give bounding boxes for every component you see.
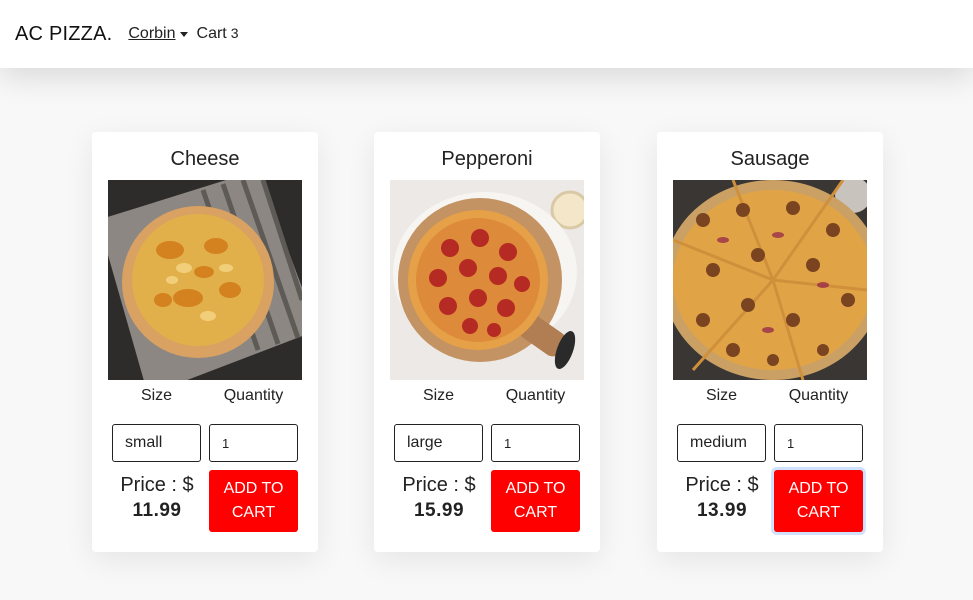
price: Price : $ 11.99: [112, 472, 202, 524]
quantity-label: Quantity: [223, 387, 284, 404]
price-label: Price : $: [685, 474, 759, 496]
product-title: Cheese: [170, 148, 240, 170]
price: Price : $ 15.99: [394, 472, 484, 524]
price-label: Price : $: [402, 474, 476, 496]
cart-label: Cart: [196, 25, 227, 42]
price-label: Price : $: [120, 474, 194, 496]
quantity-input[interactable]: 1: [491, 424, 580, 462]
option-inputs: medium 1: [677, 424, 863, 462]
quantity-input[interactable]: 1: [774, 424, 863, 462]
add-to-cart-button[interactable]: ADD TO CART: [774, 470, 863, 532]
cart-count: 3: [230, 25, 239, 41]
product-title: Pepperoni: [441, 148, 533, 170]
size-label: Size: [705, 387, 738, 404]
price-value: 11.99: [132, 500, 182, 521]
product-image-cheese: [108, 180, 302, 380]
field-labels: Size Quantity: [108, 387, 302, 405]
add-to-cart-button[interactable]: ADD TO CART: [209, 470, 298, 532]
cart-link[interactable]: Cart 3: [197, 25, 239, 43]
user-dropdown[interactable]: Corbin: [128, 25, 188, 43]
product-card-cheese: Cheese Size Quantity small 1 Price: $ 1…: [92, 132, 318, 552]
size-select[interactable]: small: [112, 424, 201, 462]
option-inputs: large 1: [394, 424, 580, 462]
product-title: Sausage: [730, 148, 810, 170]
product-card-sausage: Sausage Size Quantity medium 1 Price: $…: [657, 132, 883, 552]
quantity-input[interactable]: 1: [209, 424, 298, 462]
quantity-label: Quantity: [788, 387, 849, 404]
navbar: AC PIZZA. Corbin Cart 3: [0, 0, 973, 68]
option-inputs: small 1: [112, 424, 298, 462]
size-label: Size: [422, 387, 455, 404]
price: Price : $ 13.99: [677, 472, 767, 524]
field-labels: Size Quantity: [673, 387, 867, 405]
field-labels: Size Quantity: [390, 387, 584, 405]
price-value: 15.99: [413, 500, 465, 521]
quantity-label: Quantity: [505, 387, 566, 404]
size-select[interactable]: large: [394, 424, 483, 462]
size-label: Size: [140, 387, 173, 404]
size-select[interactable]: medium: [677, 424, 766, 462]
add-to-cart-button[interactable]: ADD TO CART: [491, 470, 580, 532]
user-name: Corbin: [128, 25, 176, 42]
brand-logo[interactable]: AC PIZZA.: [15, 23, 112, 46]
price-value: 13.99: [696, 500, 748, 521]
caret-down-icon: [179, 31, 188, 37]
product-card-pepperoni: Pepperoni Size Quantity large 1 Price : …: [374, 132, 600, 552]
product-image-sausage: [673, 180, 867, 380]
product-image-pepperoni: [390, 180, 584, 380]
